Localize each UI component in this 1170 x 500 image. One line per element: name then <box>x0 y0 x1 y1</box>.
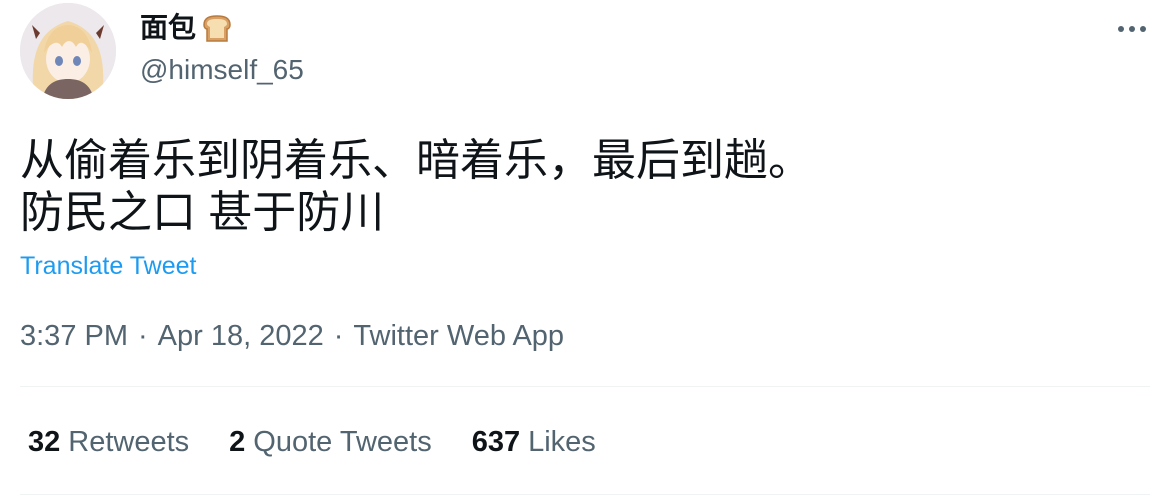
translate-tweet-link[interactable]: Translate Tweet <box>20 250 196 282</box>
bread-icon <box>200 11 234 45</box>
author-name[interactable]: 面包 <box>140 10 234 46</box>
retweets-count: 32 <box>28 426 61 458</box>
quote-tweets-count: 2 <box>229 426 246 458</box>
tweet-text: 从偷着乐到阴着乐、暗着乐，最后到趟。 防民之口 甚于防川 <box>20 136 812 237</box>
more-dots-icon <box>1118 26 1146 32</box>
tweet-time[interactable]: 3:37 PM <box>20 318 128 354</box>
meta-separator-2: · <box>333 320 344 352</box>
retweets-label: Retweets <box>68 426 190 458</box>
author-handle[interactable]: @himself_65 <box>140 52 304 88</box>
tweet-source[interactable]: Twitter Web App <box>353 318 564 354</box>
quote-tweets-label: Quote Tweets <box>253 426 432 458</box>
avatar[interactable] <box>20 3 116 99</box>
tweet-meta: 3:37 PM · Apr 18, 2022 · Twitter Web App <box>20 318 564 354</box>
likes-count: 637 <box>471 426 521 458</box>
tweet-date[interactable]: Apr 18, 2022 <box>158 318 324 354</box>
anime-avatar-image <box>20 3 116 99</box>
divider-top <box>20 386 1150 387</box>
likes-label: Likes <box>528 426 596 458</box>
quote-tweets-stat[interactable]: 2 Quote Tweets <box>229 424 432 460</box>
retweets-stat[interactable]: 32 Retweets <box>28 424 189 460</box>
meta-separator: · <box>138 320 148 352</box>
author-display-name[interactable]: 面包 <box>140 10 196 46</box>
tweet-stats: 32 Retweets 2 Quote Tweets 637 Likes <box>28 424 636 460</box>
more-options-button[interactable] <box>1110 14 1154 44</box>
likes-stat[interactable]: 637 Likes <box>472 424 596 460</box>
divider-bottom <box>20 494 1150 495</box>
